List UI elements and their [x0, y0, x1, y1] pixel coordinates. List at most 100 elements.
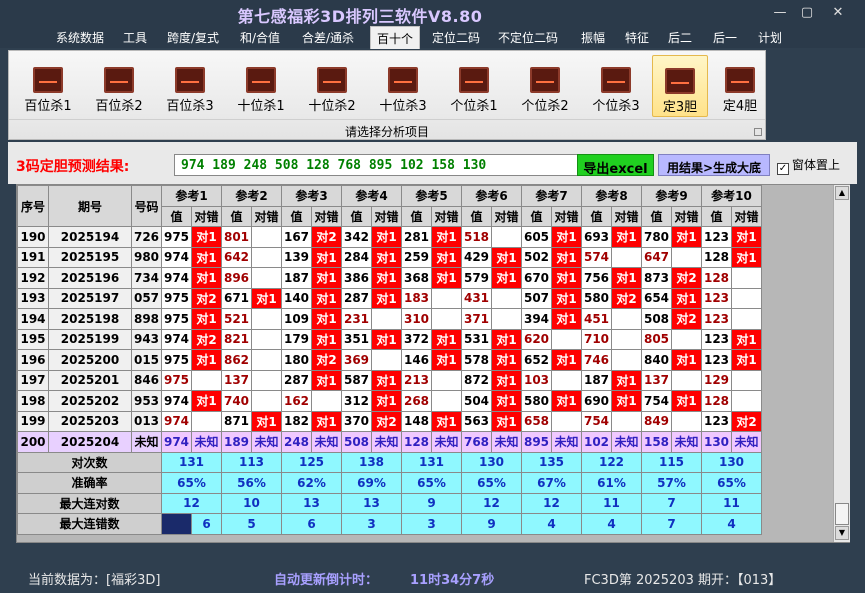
miss-cell — [251, 349, 282, 371]
stats-label: 最大连对数 — [17, 492, 162, 514]
column-header: 期号 — [48, 185, 132, 227]
generate-base-button[interactable]: 用结果>生成大底 — [658, 154, 770, 176]
issue-number: 2025201 — [48, 369, 132, 391]
hit-badge: 对1 — [191, 226, 222, 248]
hit-badge: 对1 — [611, 226, 642, 248]
ribbon-expand-icon[interactable] — [754, 128, 762, 136]
menu-item[interactable]: 定位二码 — [432, 29, 480, 46]
ribbon-button[interactable]: 个位杀3 — [583, 55, 649, 117]
close-button[interactable]: ✕ — [828, 5, 848, 20]
ribbon-button[interactable]: 十位杀2 — [299, 55, 365, 117]
ref-value: 128 — [701, 267, 732, 289]
ref-value: 504 — [461, 390, 492, 412]
draw-number: 734 — [131, 267, 162, 289]
ref-value: 123 — [701, 287, 732, 309]
hit-badge: 对1 — [191, 267, 222, 289]
scroll-up-icon[interactable]: ▲ — [835, 186, 849, 200]
stats-value: 4 — [701, 513, 762, 535]
prediction-row[interactable]: 200 2025204 未知 974 未知 189 未知 248 未知 508 未知 128 未知 768… — [17, 431, 762, 453]
table-row[interactable]: 195 2025199 943 974 对2 821 179 对1 351 对1 372 对1 531 对… — [17, 328, 762, 350]
ribbon-button[interactable]: 十位杀1 — [228, 55, 294, 117]
predict-status: 未知 — [191, 431, 222, 453]
topmost-checkbox[interactable]: ✓ 窗体置上 — [777, 156, 840, 175]
stats-label: 最大连错数 — [17, 513, 162, 535]
draw-number: 980 — [131, 246, 162, 268]
table-row[interactable]: 197 2025201 846 975 137 287 对1 587 对1 213 872 对1 103… — [17, 369, 762, 391]
checkbox-check-icon[interactable]: ✓ — [777, 163, 789, 175]
miss-cell — [671, 410, 702, 432]
hit-badge: 对1 — [251, 287, 282, 309]
export-excel-button[interactable]: 导出excel — [577, 154, 654, 177]
ref-value: 287 — [281, 369, 312, 391]
hit-badge: 对1 — [311, 369, 342, 391]
hit-badge: 对1 — [731, 349, 762, 371]
hit-badge: 对1 — [491, 246, 522, 268]
row-number: 191 — [17, 246, 49, 268]
hit-badge: 对1 — [491, 390, 522, 412]
ribbon-button[interactable]: 定4胆 — [712, 55, 768, 117]
ribbon-button-label: 十位杀3 — [379, 99, 427, 114]
ref-value: 821 — [221, 328, 252, 350]
column-header: 序号 — [17, 185, 49, 227]
ribbon-button[interactable]: 百位杀3 — [157, 55, 223, 117]
hit-badge: 对1 — [191, 349, 222, 371]
miss-cell — [251, 390, 282, 412]
miss-cell — [251, 369, 282, 391]
menu-item[interactable]: 和/合值 — [240, 29, 280, 46]
ribbon-button[interactable]: 个位杀2 — [512, 55, 578, 117]
restore-button[interactable]: ▢ — [797, 5, 817, 20]
miss-cell — [191, 410, 222, 432]
hit-badge: 对1 — [611, 369, 642, 391]
row-number: 200 — [17, 431, 49, 453]
table-row[interactable]: 190 2025194 726 975 对1 801 167 对2 342 对1 281 对1 518 6… — [17, 226, 762, 248]
data-table: 序号 期号 号码 参考1 参考2 参考3 参考4 参考5 参考6 参考7 参考8 参考9 参考10 值对错… — [17, 185, 762, 535]
ribbon-button[interactable]: 百位杀2 — [86, 55, 152, 117]
menu-item[interactable]: 工具 — [123, 29, 147, 46]
window-title: 第七感福彩3D排列三软件V8.80 — [237, 7, 483, 26]
ribbon-button[interactable]: 定3胆 — [652, 55, 708, 117]
ref-value: 975 — [161, 308, 192, 330]
menu-item[interactable]: 后一 — [713, 29, 737, 46]
stats-value: 130 — [461, 451, 522, 473]
chart-icon — [388, 67, 418, 93]
scroll-thumb[interactable] — [835, 503, 849, 525]
ribbon-button[interactable]: 十位杀3 — [370, 55, 436, 117]
ref-value: 123 — [701, 349, 732, 371]
hit-badge: 对1 — [551, 246, 582, 268]
table-row[interactable]: 192 2025196 734 974 对1 896 187 对1 386 对1 368 对1 579 对… — [17, 267, 762, 289]
miss-cell — [491, 287, 522, 309]
ref-value: 128 — [701, 390, 732, 412]
table-row[interactable]: 196 2025200 015 975 对1 862 180 对2 369 146 对1 578 对1 6… — [17, 349, 762, 371]
hit-badge: 对1 — [371, 267, 402, 289]
menu-item[interactable]: 后二 — [668, 29, 692, 46]
scroll-down-icon[interactable]: ▼ — [835, 526, 849, 540]
table-row[interactable]: 193 2025197 057 975 对2 671 对1 140 对1 287 对1 183 431 5… — [17, 287, 762, 309]
menu-item[interactable]: 系统数据 — [56, 29, 104, 46]
menu-item[interactable]: 百十个 — [370, 26, 421, 49]
menu-item[interactable]: 合差/通杀 — [302, 29, 354, 46]
menu-item[interactable]: 计划 — [758, 29, 782, 46]
ref-value: 451 — [581, 308, 612, 330]
minimize-button[interactable]: — — [770, 5, 790, 20]
issue-number: 2025203 — [48, 410, 132, 432]
table-row[interactable]: 194 2025198 898 975 对1 521 109 对1 231 310 371 394 对1… — [17, 308, 762, 330]
table-row[interactable]: 199 2025203 013 974 871 对1 182 对1 370 对2 148 对1 563 对… — [17, 410, 762, 432]
menu-item[interactable]: 特征 — [625, 29, 649, 46]
menu-item[interactable]: 跨度/复式 — [167, 29, 219, 46]
ribbon-button[interactable]: 个位杀1 — [441, 55, 507, 117]
predict-value: 158 — [641, 431, 672, 453]
menu-item[interactable]: 不定位二码 — [498, 29, 558, 46]
vertical-scrollbar[interactable]: ▲ ▼ — [833, 185, 850, 542]
hit-badge: 对1 — [551, 226, 582, 248]
miss-cell — [431, 287, 462, 309]
issue-number: 2025194 — [48, 226, 132, 248]
table-row[interactable]: 191 2025195 980 974 对1 642 139 对1 284 对1 259 对1 429 对… — [17, 246, 762, 268]
table-row[interactable]: 198 2025202 953 974 对1 740 162 312 对1 268 504 对1 580… — [17, 390, 762, 412]
ribbon-button[interactable]: 百位杀1 — [15, 55, 81, 117]
result-field[interactable]: 974 189 248 508 128 768 895 102 158 130 — [174, 154, 581, 176]
sub-header: 对错 — [251, 205, 282, 227]
ref-value: 862 — [221, 349, 252, 371]
hit-badge: 对1 — [551, 267, 582, 289]
menu-item[interactable]: 振幅 — [581, 29, 605, 46]
chart-icon — [104, 67, 134, 93]
